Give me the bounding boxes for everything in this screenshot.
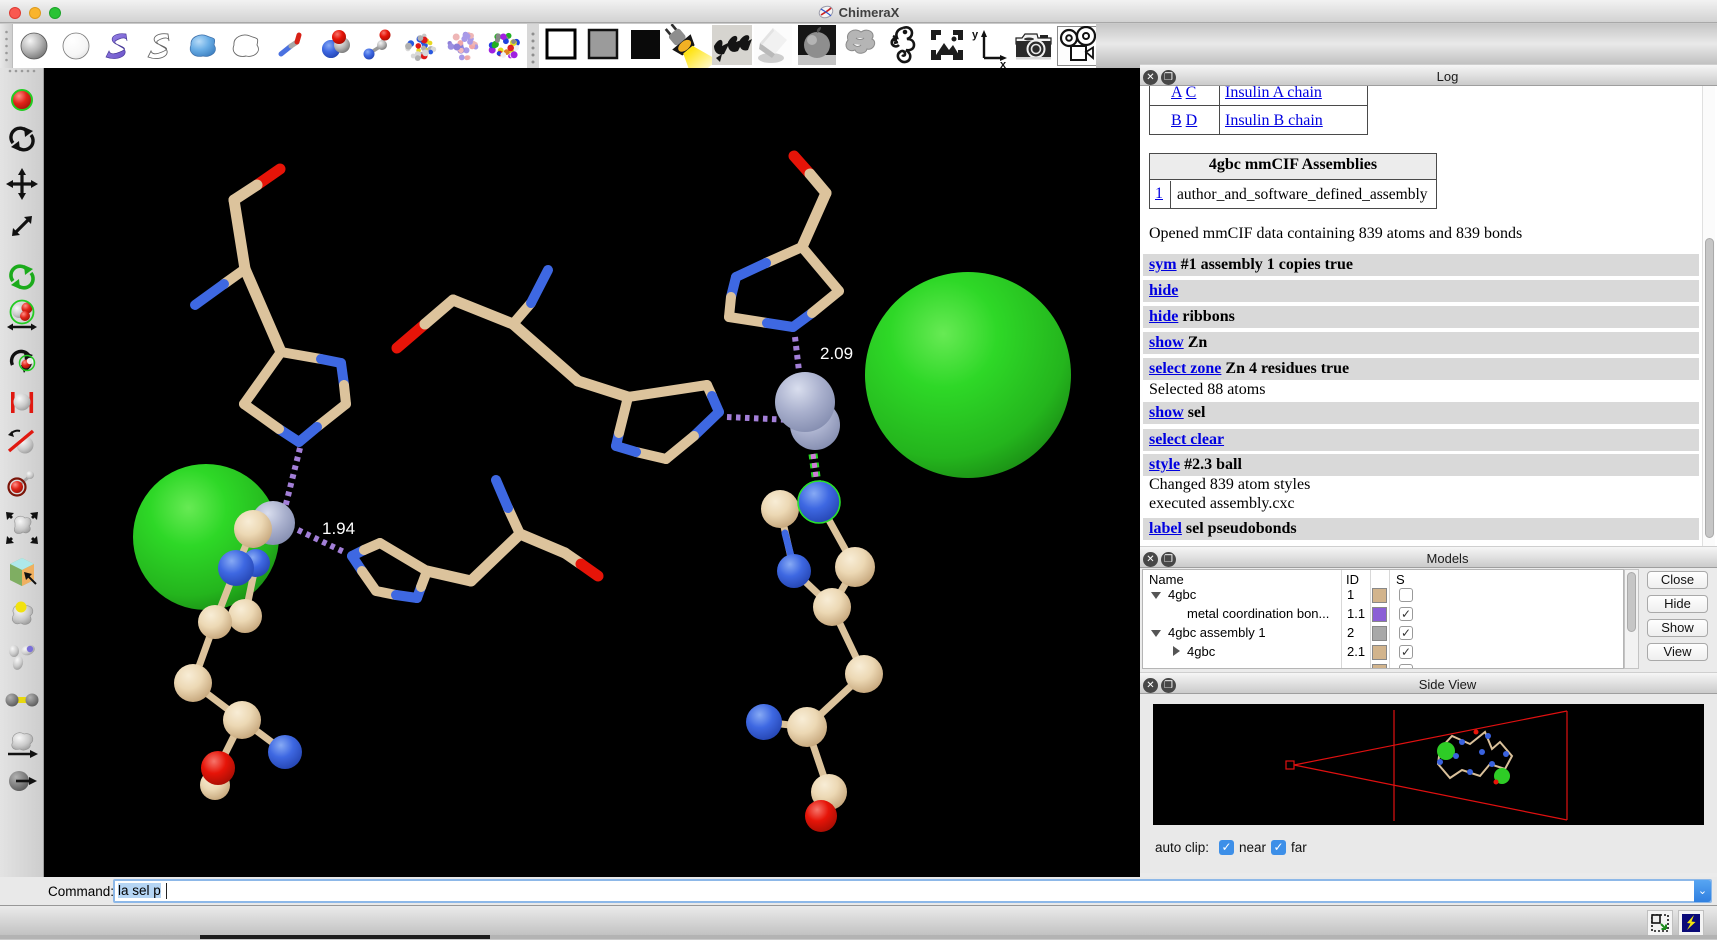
- svg-text:1.94: 1.94: [322, 519, 355, 538]
- svg-text:y: y: [972, 29, 979, 41]
- svg-text:x: x: [1000, 59, 1007, 68]
- svg-text:2.09: 2.09: [820, 344, 853, 363]
